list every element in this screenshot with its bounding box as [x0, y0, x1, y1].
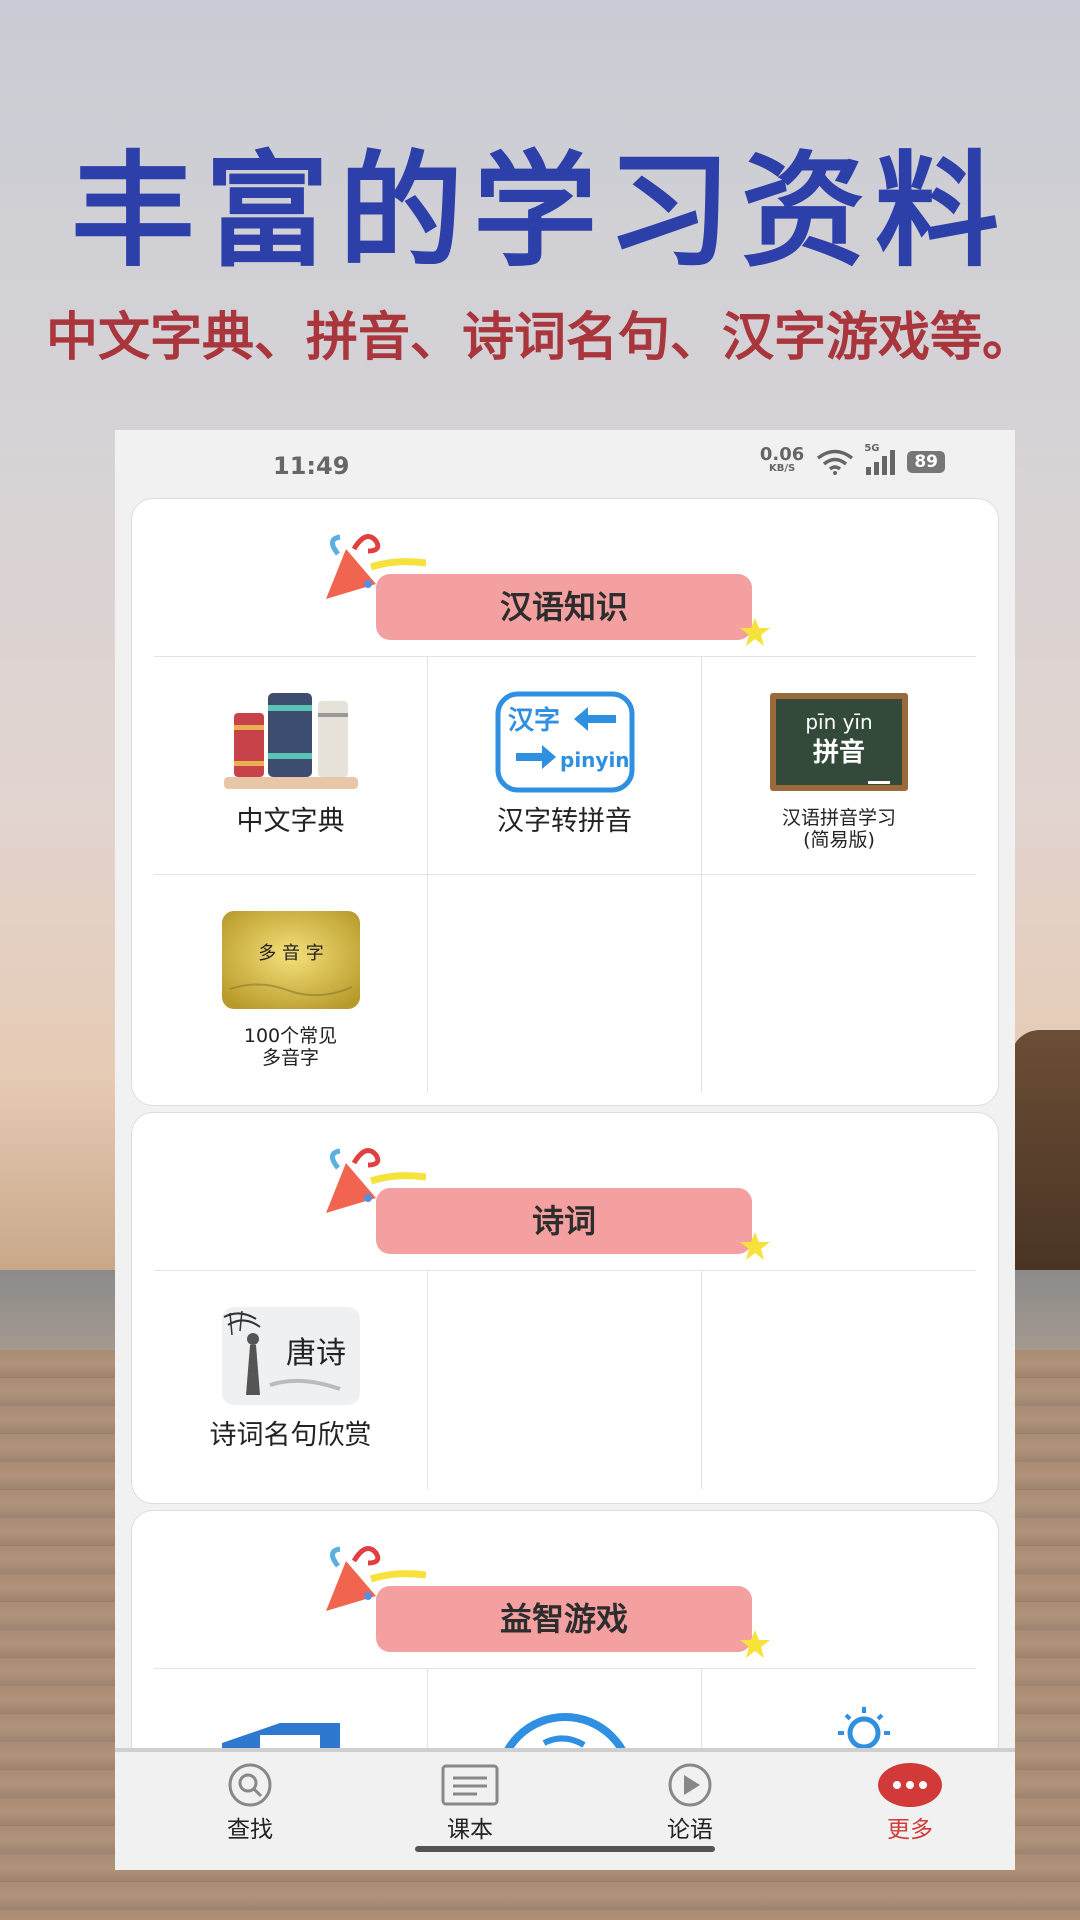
- item-chinese-dictionary[interactable]: 中文字典: [154, 657, 428, 875]
- section-card-poetry: 诗词 唐诗 诗词名句欣赏: [131, 1112, 999, 1504]
- status-time: 11:49: [273, 452, 350, 480]
- section-title: 诗词: [531, 1202, 596, 1240]
- section-card-chinese-knowledge: 汉语知识 中文字典 汉字 pinyin 汉字转拼音 pīn yīn 拼音 汉语拼…: [131, 498, 999, 1106]
- svg-text:唐诗: 唐诗: [286, 1336, 346, 1371]
- wifi-icon: [817, 449, 854, 475]
- background-cliff: [1010, 1030, 1080, 1270]
- tang-poem-icon: 唐诗: [221, 1307, 360, 1405]
- item-hanzi-to-pinyin[interactable]: 汉字 pinyin 汉字转拼音: [428, 657, 702, 875]
- item-label: 中文字典: [236, 806, 345, 837]
- home-indicator[interactable]: [415, 1846, 715, 1852]
- empty-cell: [428, 1271, 702, 1489]
- search-icon: [228, 1763, 272, 1807]
- hanzi-pinyin-icon: 汉字 pinyin: [495, 691, 634, 793]
- svg-text:多 音 字: 多 音 字: [258, 943, 323, 964]
- item-poetry-appreciation[interactable]: 唐诗 诗词名句欣赏: [154, 1271, 428, 1489]
- item-polyphonic-chars[interactable]: 多 音 字 100个常见 多音字: [154, 875, 428, 1093]
- battery-indicator: 89: [907, 451, 945, 473]
- section-title: 益智游戏: [499, 1600, 628, 1638]
- section-grid: 中文字典 汉字 pinyin 汉字转拼音 pīn yīn 拼音 汉语拼音学习 (…: [154, 657, 976, 1093]
- nav-label: 课本: [447, 1817, 493, 1843]
- scroll-icon: 多 音 字: [221, 911, 360, 1009]
- empty-cell: [702, 1271, 976, 1489]
- nav-label: 论语: [667, 1817, 713, 1843]
- section-title: 汉语知识: [499, 588, 628, 626]
- star-icon: [740, 618, 770, 646]
- section-banner: 诗词: [154, 1113, 976, 1271]
- blackboard-icon: pīn yīn 拼音: [770, 693, 908, 791]
- more-icon: [878, 1763, 942, 1807]
- section-banner: 汉语知识: [154, 499, 976, 657]
- nav-more[interactable]: 更多: [850, 1762, 970, 1844]
- nav-label: 更多: [887, 1817, 933, 1843]
- net-speed: 0.06 KB/S: [759, 444, 805, 475]
- item-label: 汉字转拼音: [497, 806, 632, 837]
- status-icons: 0.06 KB/S 5G 89: [759, 443, 945, 476]
- empty-cell: [428, 875, 702, 1093]
- item-pinyin-learning[interactable]: pīn yīn 拼音 汉语拼音学习 (简易版): [702, 657, 976, 875]
- books-icon: [223, 693, 358, 789]
- nav-analects[interactable]: 论语: [630, 1762, 750, 1844]
- promo-subtitle: 中文字典、拼音、诗词名句、汉字游戏等。: [45, 307, 1034, 368]
- svg-text:pinyin: pinyin: [560, 748, 630, 772]
- play-icon: [668, 1763, 712, 1807]
- svg-text:拼音: 拼音: [813, 737, 865, 768]
- svg-text:汉字: 汉字: [508, 705, 560, 736]
- empty-cell: [702, 875, 976, 1093]
- item-label: 诗词名句欣赏: [209, 1420, 372, 1451]
- promo-title: 丰富的学习资料: [70, 139, 1009, 284]
- star-icon: [740, 1630, 770, 1658]
- section-grid: 唐诗 诗词名句欣赏: [154, 1271, 976, 1489]
- svg-text:pīn yīn: pīn yīn: [805, 710, 872, 734]
- textbook-icon: [441, 1764, 499, 1806]
- status-bar: 11:49 0.06 KB/S 5G 89: [115, 430, 1015, 500]
- phone-screen: 11:49 0.06 KB/S 5G 89 汉语知识 中文字典 汉字 pinyi…: [115, 430, 1015, 1870]
- signal-icon: 5G: [864, 443, 896, 475]
- nav-textbook[interactable]: 课本: [410, 1762, 530, 1844]
- nav-search[interactable]: 查找: [190, 1762, 310, 1844]
- star-icon: [740, 1232, 770, 1260]
- item-label: 汉语拼音学习 (简易版): [781, 807, 896, 851]
- section-banner: 益智游戏: [154, 1511, 976, 1669]
- item-label: 100个常见 多音字: [243, 1025, 338, 1069]
- nav-label: 查找: [227, 1817, 273, 1843]
